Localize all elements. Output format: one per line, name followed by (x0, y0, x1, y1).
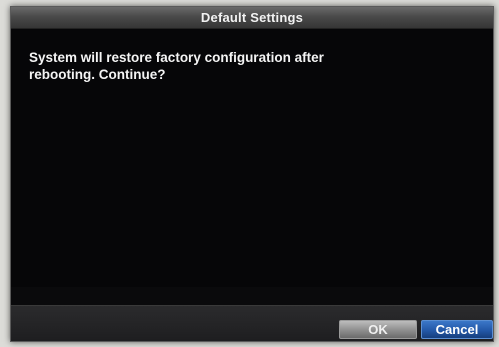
dialog-button-bar: OK Cancel (11, 305, 493, 341)
cancel-button[interactable]: Cancel (421, 320, 493, 339)
default-settings-dialog: Default Settings System will restore fac… (10, 6, 494, 342)
screen: Default Settings System will restore fac… (0, 0, 499, 347)
dialog-title: Default Settings (200, 10, 304, 25)
dialog-content: System will restore factory configuratio… (11, 29, 493, 287)
message-line-2: rebooting. Continue? (29, 67, 166, 82)
dialog-title-bar: Default Settings (11, 7, 493, 29)
ok-button[interactable]: OK (339, 320, 417, 339)
message-line-1: System will restore factory configuratio… (29, 50, 324, 65)
confirmation-message: System will restore factory configuratio… (29, 49, 449, 83)
